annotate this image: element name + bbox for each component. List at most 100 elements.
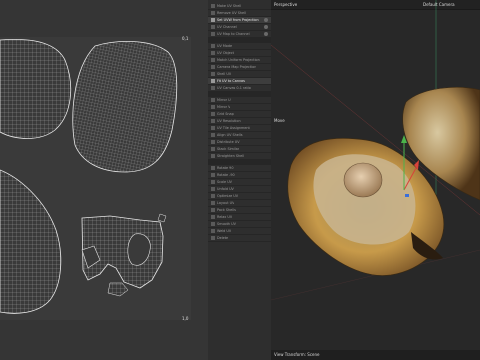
tool-icon bbox=[211, 166, 215, 170]
tool-item[interactable]: Rotate -90 bbox=[208, 172, 271, 179]
toggle-icon[interactable] bbox=[264, 25, 268, 29]
tool-item[interactable]: Mirror V bbox=[208, 104, 271, 111]
uv-shell-top-right bbox=[72, 41, 178, 173]
tool-item[interactable]: UV Channel bbox=[208, 24, 271, 31]
tool-item[interactable]: Stack Similar bbox=[208, 146, 271, 153]
tool-icon bbox=[211, 65, 215, 69]
tool-item[interactable]: UV Object bbox=[208, 50, 271, 57]
tool-icon bbox=[211, 79, 215, 83]
toggle-icon[interactable] bbox=[264, 18, 268, 22]
tool-icon bbox=[211, 208, 215, 212]
tool-item[interactable]: Pack Shells bbox=[208, 207, 271, 214]
tool-item[interactable]: Scale UV bbox=[208, 179, 271, 186]
tool-icon bbox=[211, 133, 215, 137]
gizmo-handle-z bbox=[405, 194, 409, 197]
tool-label: Remove UV Shell bbox=[217, 11, 246, 15]
uv-tools-panel: Make UV Shell Remove UV Shell Set UVW from… bbox=[208, 0, 271, 360]
tool-label: Layout UV bbox=[217, 201, 235, 205]
tool-icon bbox=[211, 222, 215, 226]
tool-icon bbox=[211, 4, 215, 8]
3d-viewport[interactable]: Perspective Default Camera Move View Tra… bbox=[271, 0, 480, 360]
tool-icon bbox=[211, 32, 215, 36]
tool-label: Camera Map Projection bbox=[217, 65, 257, 69]
tool-label: Straighten Shell bbox=[217, 154, 245, 158]
tool-icon bbox=[211, 51, 215, 55]
tool-label: Align UV Shells bbox=[217, 133, 243, 137]
tool-label: Match Uniform Projection bbox=[217, 58, 260, 62]
tool-icon bbox=[211, 194, 215, 198]
tool-item[interactable]: Distribute UV bbox=[208, 139, 271, 146]
adductor-muscle bbox=[343, 162, 383, 198]
uv-shell-bottom-left bbox=[0, 169, 62, 314]
tool-icon bbox=[211, 112, 215, 116]
tool-icon bbox=[211, 58, 215, 62]
tool-label: Mirror U bbox=[217, 98, 231, 102]
tool-label: Scale UV bbox=[217, 180, 233, 184]
viewport-status-text: View Transform: Scene bbox=[274, 352, 320, 357]
tool-label: Optimize UV bbox=[217, 194, 239, 198]
tool-icon bbox=[211, 105, 215, 109]
tool-item[interactable]: Fit UV to Canvas bbox=[208, 78, 271, 85]
viewport-scene bbox=[271, 0, 480, 301]
tool-label: Stack Similar bbox=[217, 147, 240, 151]
tool-icon bbox=[211, 173, 215, 177]
tool-icon bbox=[211, 180, 215, 184]
tool-item[interactable]: Layout UV bbox=[208, 200, 271, 207]
tool-item[interactable]: Unfold UV bbox=[208, 186, 271, 193]
tool-item[interactable]: Rotate 90 bbox=[208, 165, 271, 172]
tool-item[interactable]: Smooth UV bbox=[208, 221, 271, 228]
tool-icon bbox=[211, 140, 215, 144]
tool-item[interactable]: Relax UV bbox=[208, 214, 271, 221]
gizmo-mode-label[interactable]: Move bbox=[274, 118, 285, 123]
tool-item[interactable]: UV Tile Assignment bbox=[208, 125, 271, 132]
tool-item[interactable]: Remove UV Shell bbox=[208, 10, 271, 17]
tool-icon bbox=[211, 229, 215, 233]
tool-icon bbox=[211, 187, 215, 191]
tool-label: UV Canvas 0-1 ratio bbox=[217, 86, 251, 90]
tool-label: Grid Snap bbox=[217, 112, 234, 116]
tool-item[interactable]: Match Uniform Projection bbox=[208, 57, 271, 64]
tool-label: UV Map to Channel bbox=[217, 32, 250, 36]
tool-item[interactable]: UV Canvas 0-1 ratio bbox=[208, 85, 271, 92]
tool-item[interactable]: UV Mode bbox=[208, 43, 271, 50]
tool-item[interactable]: Shell UV bbox=[208, 71, 271, 78]
tool-item[interactable]: Straighten Shell bbox=[208, 153, 271, 160]
tool-icon bbox=[211, 25, 215, 29]
tool-item[interactable]: Weld UV bbox=[208, 228, 271, 235]
toggle-icon[interactable] bbox=[264, 32, 268, 36]
tool-label: UV Tile Assignment bbox=[217, 126, 250, 130]
tool-label: Set UVW from Projection bbox=[217, 18, 259, 22]
tool-item[interactable]: Set UVW from Projection bbox=[208, 17, 271, 24]
tool-icon bbox=[211, 154, 215, 158]
viewport-view-name[interactable]: Perspective bbox=[274, 2, 297, 7]
tool-icon bbox=[211, 126, 215, 130]
tool-item[interactable]: UV Map to Channel bbox=[208, 31, 271, 38]
uv-layout bbox=[0, 39, 178, 314]
tool-icon bbox=[211, 11, 215, 15]
tool-label: UV Object bbox=[217, 51, 234, 55]
tool-icon bbox=[211, 72, 215, 76]
tool-icon bbox=[211, 201, 215, 205]
uv-corner-label-bottom: 1,0 bbox=[182, 316, 189, 321]
tool-item[interactable]: UV Resolution bbox=[208, 118, 271, 125]
tool-label: Shell UV bbox=[217, 72, 232, 76]
tool-item[interactable]: Grid Snap bbox=[208, 111, 271, 118]
tool-item[interactable]: Optimize UV bbox=[208, 193, 271, 200]
tool-item[interactable]: Mirror U bbox=[208, 97, 271, 104]
uv-editor-panel[interactable]: 0,1 1,0 bbox=[0, 0, 208, 360]
tool-label: Pack Shells bbox=[217, 208, 236, 212]
tool-item[interactable]: Align UV Shells bbox=[208, 132, 271, 139]
tool-label: Make UV Shell bbox=[217, 4, 242, 8]
tool-icon bbox=[211, 119, 215, 123]
viewport-camera-name[interactable]: Default Camera bbox=[423, 2, 455, 7]
tool-item[interactable]: Make UV Shell bbox=[208, 3, 271, 10]
tool-label: Rotate 90 bbox=[217, 166, 234, 170]
tool-label: Unfold UV bbox=[217, 187, 234, 191]
tool-label: UV Channel bbox=[217, 25, 237, 29]
tool-label: Relax UV bbox=[217, 215, 233, 219]
tool-item[interactable]: Delete bbox=[208, 235, 271, 242]
tool-icon bbox=[211, 147, 215, 151]
tool-label: Rotate -90 bbox=[217, 173, 235, 177]
uv-corner-label-top: 0,1 bbox=[182, 36, 189, 41]
tool-item[interactable]: Camera Map Projection bbox=[208, 64, 271, 71]
